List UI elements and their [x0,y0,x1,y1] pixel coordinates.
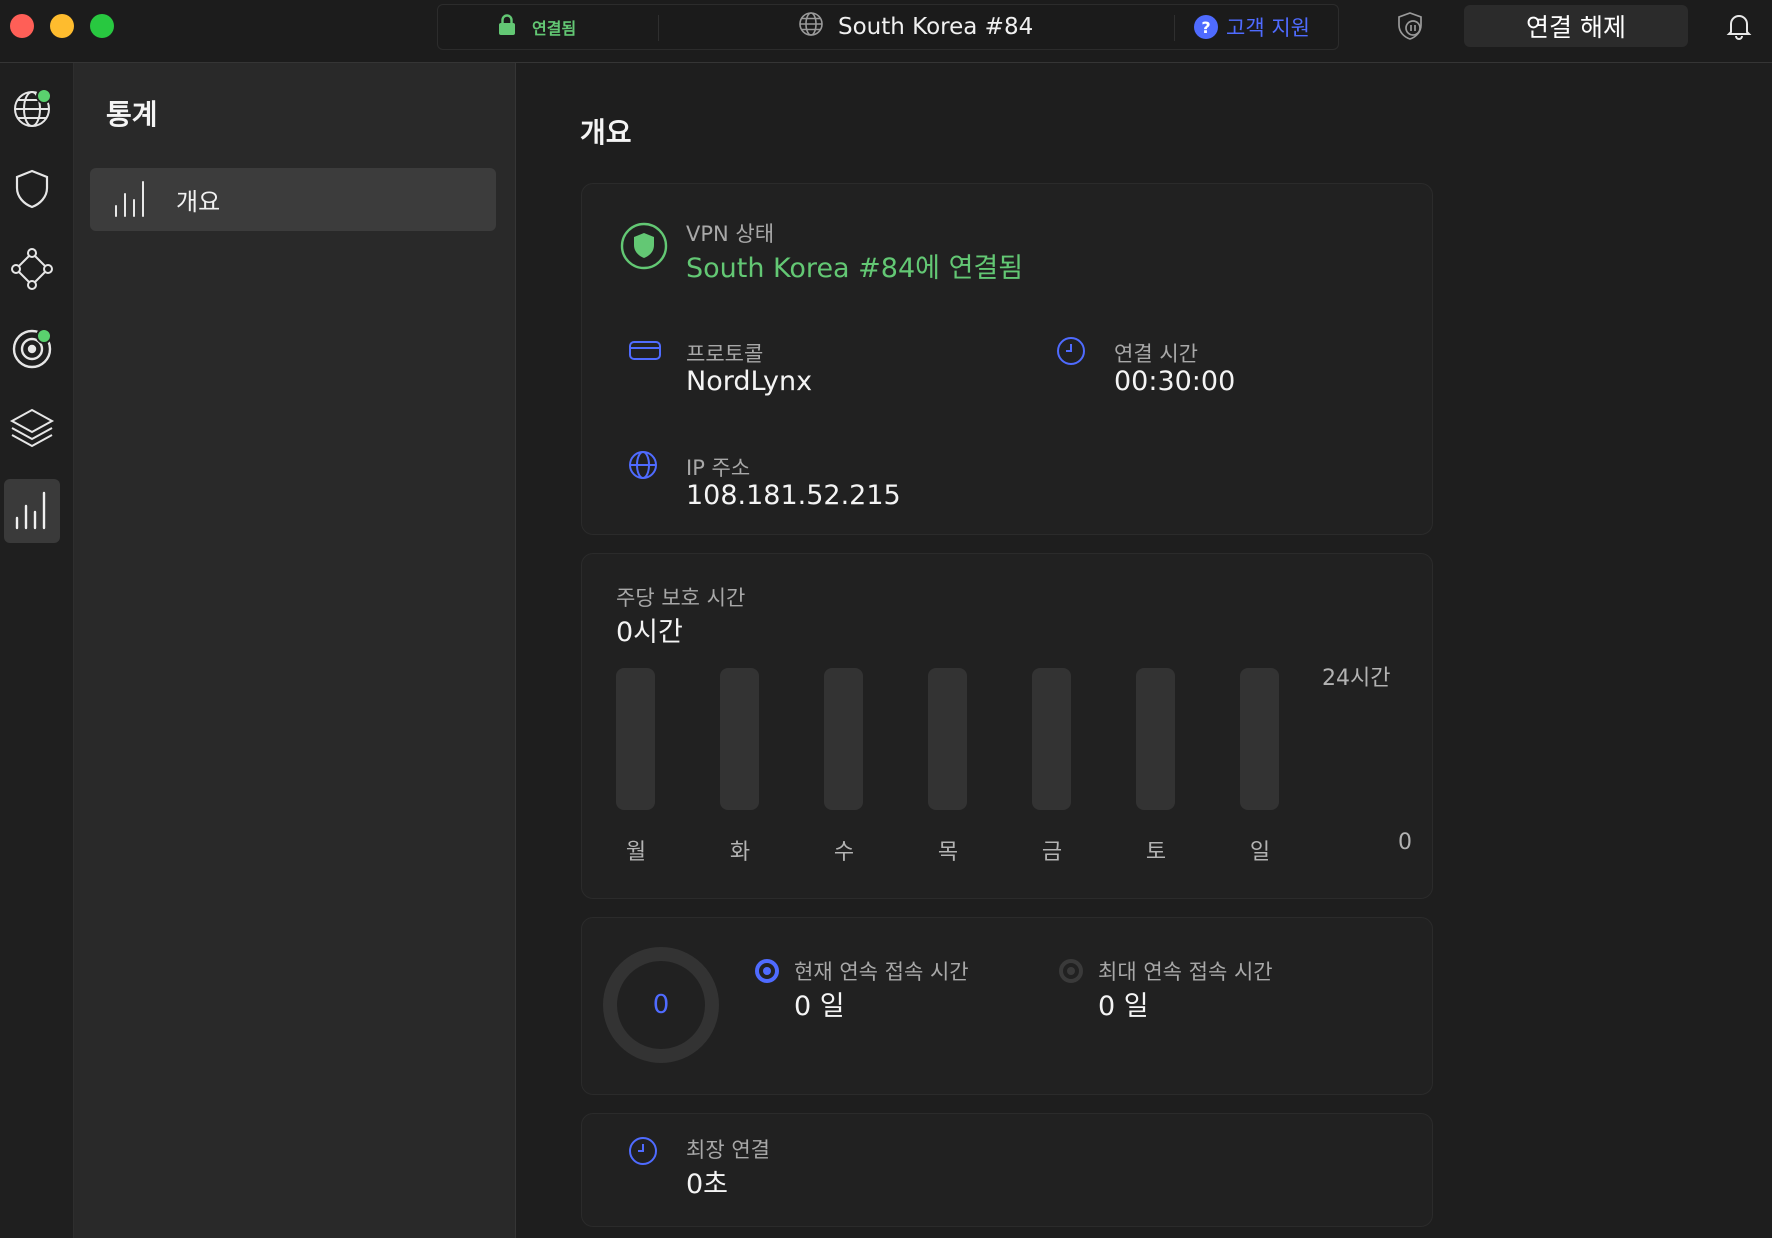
meshnet-icon [10,247,54,295]
sidebar-item-label: 개요 [176,188,221,216]
x-axis-day-label: 일 [1249,840,1271,865]
rail-item-countries[interactable] [4,79,60,143]
notifications-bell-icon[interactable] [1726,12,1752,44]
layers-icon [9,406,55,456]
connection-status: 연결됨 [498,5,576,49]
help-icon: ? [1194,15,1218,39]
close-window-button[interactable] [10,14,34,38]
y-axis-max-label: 24시간 [1322,666,1391,691]
clock-icon [1056,336,1086,370]
protocol-value: NordLynx [686,366,813,397]
divider [658,15,659,41]
max-streak-value: 0 일 [1098,991,1149,1022]
longest-connection-value: 0초 [686,1169,729,1200]
status-badge [36,328,52,344]
main-content: 개요 VPN 상태 South Korea #84에 연결됨 프로토콜 Nord… [516,63,1772,1238]
x-axis-day-label: 토 [1145,840,1167,865]
support-label: 고객 지원 [1226,16,1310,40]
protocol-icon [628,338,662,366]
vpn-status-card: VPN 상태 South Korea #84에 연결됨 프로토콜 NordLyn… [581,183,1433,535]
weekly-protection-value: 0시간 [616,617,683,648]
chart-bar [1032,668,1071,810]
chart-bar [1136,668,1175,810]
status-badge [36,88,52,104]
chart-bar [720,668,759,810]
navigation-rail [0,63,74,1238]
chart-bar [616,668,655,810]
x-axis-day-label: 수 [833,840,855,865]
server-name: South Korea #84 [838,14,1034,40]
server-selector[interactable]: South Korea #84 [798,5,1033,49]
rail-item-dark-web-monitor[interactable] [4,319,60,383]
connection-bar: 연결됨 South Korea #84 ? 고객 지원 [437,4,1339,50]
clock-icon [628,1136,658,1170]
bar-chart-icon [112,178,150,222]
streak-card: 0 현재 연속 접속 시간 0 일 최대 연속 접속 시간 0 일 [581,917,1433,1095]
pause-icon[interactable] [1394,10,1426,46]
rail-item-meshnet[interactable] [4,239,60,303]
rail-item-split-tunneling[interactable] [4,399,60,463]
divider [1174,15,1175,41]
current-streak-value: 0 일 [794,991,845,1022]
vpn-status-label: VPN 상태 [686,222,775,246]
x-axis-day-label: 목 [937,840,959,865]
stats-sidebar: 통계 개요 [74,63,516,1238]
chart-bar [824,668,863,810]
title-bar: 연결됨 South Korea #84 ? 고객 지원 연결 해제 [0,0,1772,63]
x-axis-day-label: 월 [625,840,647,865]
zoom-window-button[interactable] [90,14,114,38]
connection-time-value: 00:30:00 [1114,366,1236,397]
sidebar-title: 통계 [106,98,158,131]
rail-item-statistics[interactable] [4,479,60,543]
max-streak-dot-icon [1058,958,1084,988]
longest-connection-card: 최장 연결 0초 [581,1113,1433,1227]
connection-status-label: 연결됨 [532,19,577,38]
x-axis-day-label: 화 [729,840,751,865]
protocol-label: 프로토콜 [686,342,764,366]
lock-icon [498,14,516,40]
current-streak-label: 현재 연속 접속 시간 [794,960,969,984]
chart-bar [1240,668,1279,810]
longest-connection-label: 최장 연결 [686,1138,770,1162]
chart-bar [928,668,967,810]
vpn-status-value: South Korea #84에 연결됨 [686,253,1024,284]
current-streak-dot-icon [754,958,780,988]
shield-check-icon [620,222,668,274]
connection-time-label: 연결 시간 [1114,342,1198,366]
sidebar-item-overview[interactable]: 개요 [90,168,496,231]
globe-icon [798,11,824,43]
ip-address-label: IP 주소 [686,456,751,480]
y-axis-min-label: 0 [1398,830,1412,855]
rail-item-threat-protection[interactable] [4,159,60,223]
weekly-protection-label: 주당 보호 시간 [616,586,746,610]
globe-icon [628,450,658,484]
stats-icon [12,488,52,534]
max-streak-label: 최대 연속 접속 시간 [1098,960,1273,984]
weekly-protection-card: 주당 보호 시간 0시간 월 화 수 목 금 토 일 24시간 0 [581,553,1433,899]
page-title: 개요 [580,116,632,149]
x-axis-day-label: 금 [1041,840,1063,865]
shield-icon [12,168,52,214]
ip-address-value: 108.181.52.215 [686,480,901,511]
streak-ring-value: 0 [652,990,670,1020]
minimize-window-button[interactable] [50,14,74,38]
support-link[interactable]: ? 고객 지원 [1194,5,1310,49]
disconnect-button[interactable]: 연결 해제 [1464,5,1688,47]
